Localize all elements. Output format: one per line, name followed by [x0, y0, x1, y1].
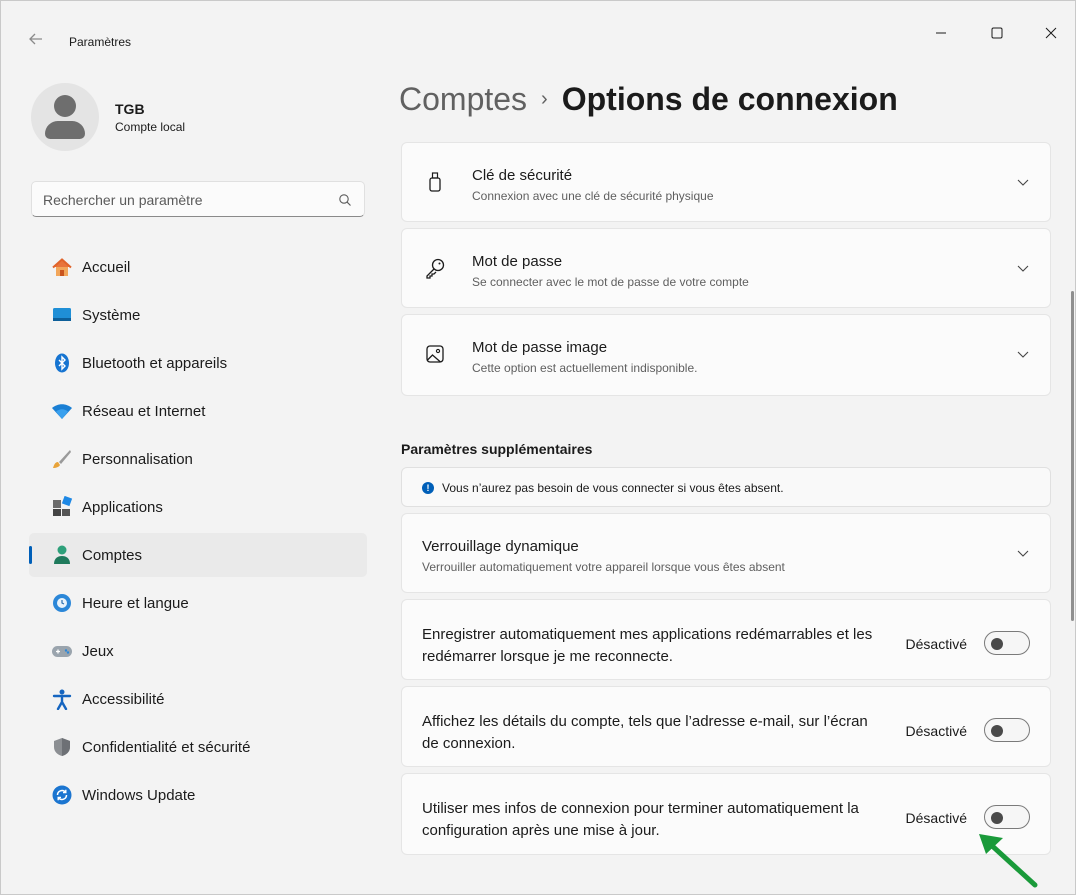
shield-icon — [51, 736, 73, 758]
info-icon: ! — [422, 482, 434, 494]
sidebar-item-accueil[interactable]: Accueil — [29, 245, 367, 289]
maximize-button[interactable] — [987, 23, 1007, 43]
annotation-arrow-icon — [973, 831, 1043, 891]
sidebar-item-personnalisation[interactable]: Personnalisation — [29, 437, 367, 481]
account-details-setting: Affichez les détails du compte, tels que… — [401, 686, 1051, 767]
account-type: Compte local — [115, 120, 186, 134]
home-icon — [51, 256, 73, 278]
card-title: Mot de passe image — [472, 339, 608, 356]
avatar — [31, 83, 99, 151]
sidebar-item-heure-langue[interactable]: Heure et langue — [29, 581, 367, 625]
user-name: TGB — [115, 101, 145, 117]
card-subtitle: Cette option est actuellement indisponib… — [472, 361, 698, 375]
clock-globe-icon — [51, 592, 73, 614]
accessibility-icon — [51, 688, 73, 711]
section-title: Paramètres supplémentaires — [401, 441, 593, 457]
sidebar-item-comptes[interactable]: Comptes — [29, 533, 367, 577]
sidebar-item-label: Jeux — [82, 643, 114, 660]
sidebar-item-accessibilite[interactable]: Accessibilité — [29, 677, 367, 721]
search-input[interactable]: Rechercher un paramètre — [31, 181, 365, 217]
breadcrumb-separator: › — [541, 88, 548, 110]
card-title: Clé de sécurité — [472, 167, 573, 184]
gamepad-icon — [51, 640, 73, 662]
card-subtitle: Se connecter avec le mot de passe de vot… — [472, 275, 749, 289]
close-button[interactable] — [1041, 23, 1061, 43]
sidebar-item-systeme[interactable]: Système — [29, 293, 367, 337]
card-subtitle: Verrouiller automatiquement votre appare… — [422, 560, 785, 574]
minimize-button[interactable] — [931, 23, 951, 43]
sidebar-item-applications[interactable]: Applications — [29, 485, 367, 529]
chevron-down-icon — [1016, 261, 1030, 275]
password-card[interactable]: Mot de passe Se connecter avec le mot de… — [401, 228, 1051, 308]
auto-finish-setup-setting: Utiliser mes infos de connexion pour ter… — [401, 773, 1051, 855]
setting-description: Affichez les détails du compte, tels que… — [422, 713, 868, 752]
app-title: Paramètres — [69, 35, 132, 49]
toggle-state-label: Désactivé — [905, 723, 967, 739]
usb-key-icon — [424, 171, 446, 193]
account-details-toggle[interactable] — [984, 718, 1030, 742]
active-indicator — [29, 546, 32, 564]
sidebar-item-bluetooth[interactable]: Bluetooth et appareils — [29, 341, 367, 385]
accounts-icon — [51, 544, 73, 566]
title-bar: Paramètres — [1, 1, 1075, 49]
settings-window: Paramètres TGB Compte local Rechercher u… — [0, 0, 1076, 895]
info-text: Vous n’aurez pas besoin de vous connecte… — [442, 481, 784, 495]
setting-description: Utiliser mes infos de connexion pour ter… — [422, 800, 859, 839]
sidebar-nav: Accueil Système Bluetooth et appareils R… — [29, 245, 367, 821]
sidebar-item-label: Confidentialité et sécurité — [82, 739, 251, 756]
system-icon — [51, 304, 73, 326]
sidebar-item-label: Applications — [82, 499, 163, 516]
sidebar-item-label: Bluetooth et appareils — [82, 355, 228, 372]
card-title: Mot de passe — [472, 253, 563, 270]
sidebar-item-label: Système — [82, 307, 141, 324]
security-key-card[interactable]: Clé de sécurité Connexion avec une clé d… — [401, 142, 1051, 222]
chevron-down-icon — [1016, 175, 1030, 189]
sidebar-item-label: Accueil — [82, 259, 131, 276]
sidebar-item-label: Comptes — [82, 547, 143, 564]
sidebar-item-label: Windows Update — [82, 787, 196, 804]
search-icon — [338, 193, 352, 207]
scrollbar[interactable] — [1071, 291, 1074, 621]
restart-apps-toggle[interactable] — [984, 631, 1030, 655]
sidebar-item-label: Accessibilité — [82, 691, 165, 708]
back-arrow-icon[interactable] — [27, 30, 45, 48]
toggle-state-label: Désactivé — [905, 636, 967, 652]
picture-password-card[interactable]: Mot de passe image Cette option est actu… — [401, 314, 1051, 396]
sidebar-item-confidentialite[interactable]: Confidentialité et sécurité — [29, 725, 367, 769]
wifi-icon — [51, 400, 73, 422]
picture-icon — [424, 343, 446, 365]
sidebar-item-windows-update[interactable]: Windows Update — [29, 773, 367, 817]
auto-finish-setup-toggle[interactable] — [984, 805, 1030, 829]
sidebar-item-label: Personnalisation — [82, 451, 193, 468]
sidebar-item-label: Réseau et Internet — [82, 403, 206, 420]
sidebar-item-jeux[interactable]: Jeux — [29, 629, 367, 673]
chevron-down-icon — [1016, 546, 1030, 560]
card-subtitle: Connexion avec une clé de sécurité physi… — [472, 189, 714, 203]
update-icon — [51, 784, 73, 806]
sidebar-item-reseau[interactable]: Réseau et Internet — [29, 389, 367, 433]
breadcrumb: Comptes › Options de connexion — [399, 81, 898, 118]
page-title: Options de connexion — [561, 81, 898, 117]
toggle-state-label: Désactivé — [905, 810, 967, 826]
bluetooth-icon — [51, 352, 73, 374]
chevron-down-icon — [1016, 347, 1030, 361]
brush-icon — [51, 448, 73, 470]
info-bar: ! Vous n’aurez pas besoin de vous connec… — [401, 467, 1051, 507]
restart-apps-setting: Enregistrer automatiquement mes applicat… — [401, 599, 1051, 680]
search-placeholder: Rechercher un paramètre — [43, 192, 203, 208]
setting-description: Enregistrer automatiquement mes applicat… — [422, 626, 873, 665]
dynamic-lock-card[interactable]: Verrouillage dynamique Verrouiller autom… — [401, 513, 1051, 593]
key-icon — [424, 257, 446, 279]
breadcrumb-parent[interactable]: Comptes — [399, 81, 527, 117]
sidebar-item-label: Heure et langue — [82, 595, 189, 612]
apps-icon — [51, 495, 73, 518]
card-title: Verrouillage dynamique — [422, 538, 579, 555]
